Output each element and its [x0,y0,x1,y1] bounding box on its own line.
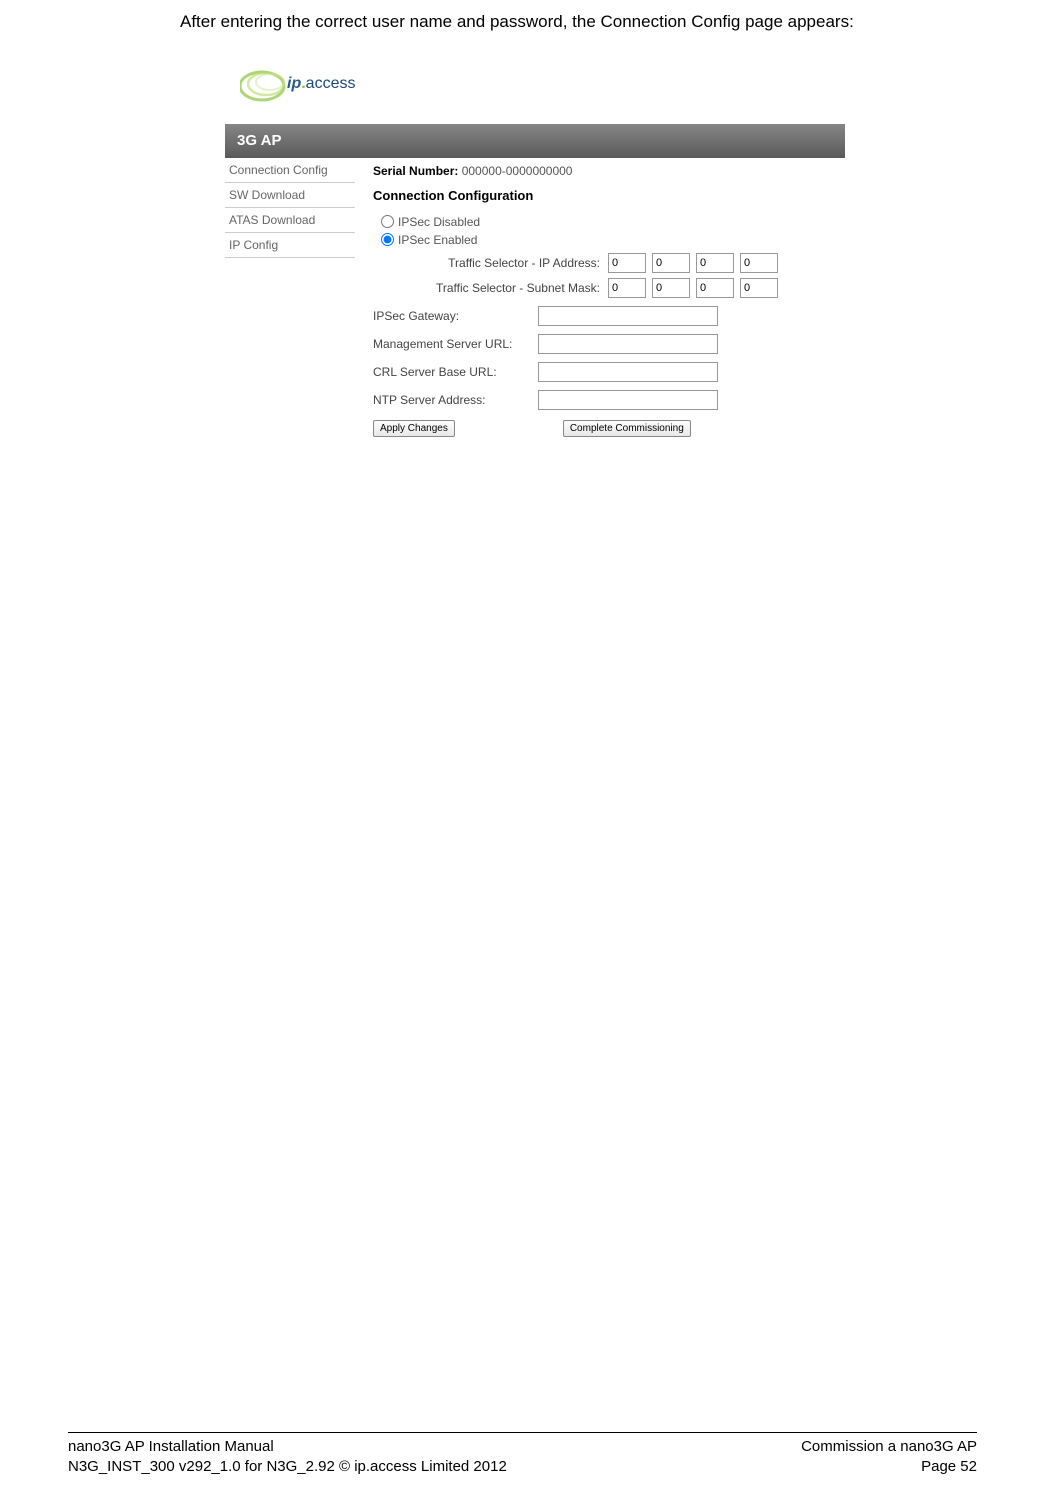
traffic-ip-row: Traffic Selector - IP Address: [413,253,835,273]
footer-left-line1: nano3G AP Installation Manual [68,1437,507,1457]
traffic-mask-octet-2[interactable] [652,278,690,298]
config-screenshot: ip.access 3G AP Connection Config SW Dow… [225,54,845,452]
ipsec-disabled-radio[interactable] [381,215,394,228]
logo-area: ip.access [225,54,845,124]
traffic-selector-block: Traffic Selector - IP Address: Traffic S… [413,253,835,298]
traffic-mask-row: Traffic Selector - Subnet Mask: [413,278,835,298]
traffic-mask-label: Traffic Selector - Subnet Mask: [413,281,608,295]
ipsec-gateway-label: IPSec Gateway: [373,309,538,323]
content-panel: Serial Number: 000000-0000000000 Connect… [355,158,845,452]
ipsec-disabled-label: IPSec Disabled [398,215,480,229]
button-row: Apply Changes Complete Commissioning [373,420,835,437]
serial-row: Serial Number: 000000-0000000000 [373,164,835,178]
mgmt-url-row: Management Server URL: [373,334,835,354]
crl-url-row: CRL Server Base URL: [373,362,835,382]
sidebar: Connection Config SW Download ATAS Downl… [225,158,355,452]
ipsec-enabled-radio[interactable] [381,233,394,246]
button-spacer [455,420,563,437]
footer-right-line2: Page 52 [801,1457,977,1477]
logo-swirl-icon [240,64,295,104]
traffic-mask-octet-3[interactable] [696,278,734,298]
apply-changes-button[interactable]: Apply Changes [373,420,455,437]
sidebar-item-ip-config[interactable]: IP Config [225,233,355,258]
traffic-ip-octet-4[interactable] [740,253,778,273]
ipsec-enabled-row: IPSec Enabled [381,233,835,247]
logo-access: access [306,75,356,92]
traffic-mask-octet-1[interactable] [608,278,646,298]
footer-right: Commission a nano3G AP Page 52 [801,1437,977,1476]
lower-fields: IPSec Gateway: Management Server URL: CR… [373,306,835,410]
ntp-input[interactable] [538,390,718,410]
ntp-label: NTP Server Address: [373,393,538,407]
section-heading: Connection Configuration [373,188,835,203]
logo-text: ip.access [287,75,355,93]
ipsec-gateway-row: IPSec Gateway: [373,306,835,326]
ipsec-gateway-input[interactable] [538,306,718,326]
traffic-ip-octet-1[interactable] [608,253,646,273]
footer-right-line1: Commission a nano3G AP [801,1437,977,1457]
traffic-ip-label: Traffic Selector - IP Address: [413,256,608,270]
ipsec-disabled-row: IPSec Disabled [381,215,835,229]
sidebar-item-connection-config[interactable]: Connection Config [225,158,355,183]
sidebar-item-atas-download[interactable]: ATAS Download [225,208,355,233]
traffic-ip-octet-2[interactable] [652,253,690,273]
traffic-ip-octet-3[interactable] [696,253,734,273]
mgmt-url-input[interactable] [538,334,718,354]
page-footer: nano3G AP Installation Manual N3G_INST_3… [68,1432,977,1476]
intro-text: After entering the correct user name and… [180,10,985,34]
crl-url-input[interactable] [538,362,718,382]
title-bar: 3G AP [225,124,845,158]
footer-left-line2: N3G_INST_300 v292_1.0 for N3G_2.92 © ip.… [68,1457,507,1477]
traffic-mask-octet-4[interactable] [740,278,778,298]
mgmt-url-label: Management Server URL: [373,337,538,351]
footer-left: nano3G AP Installation Manual N3G_INST_3… [68,1437,507,1476]
crl-url-label: CRL Server Base URL: [373,365,538,379]
ntp-row: NTP Server Address: [373,390,835,410]
complete-commissioning-button[interactable]: Complete Commissioning [563,420,691,437]
serial-label: Serial Number: [373,164,458,178]
sidebar-item-sw-download[interactable]: SW Download [225,183,355,208]
ipsec-enabled-label: IPSec Enabled [398,233,477,247]
serial-value-text: 000000-0000000000 [462,164,573,178]
